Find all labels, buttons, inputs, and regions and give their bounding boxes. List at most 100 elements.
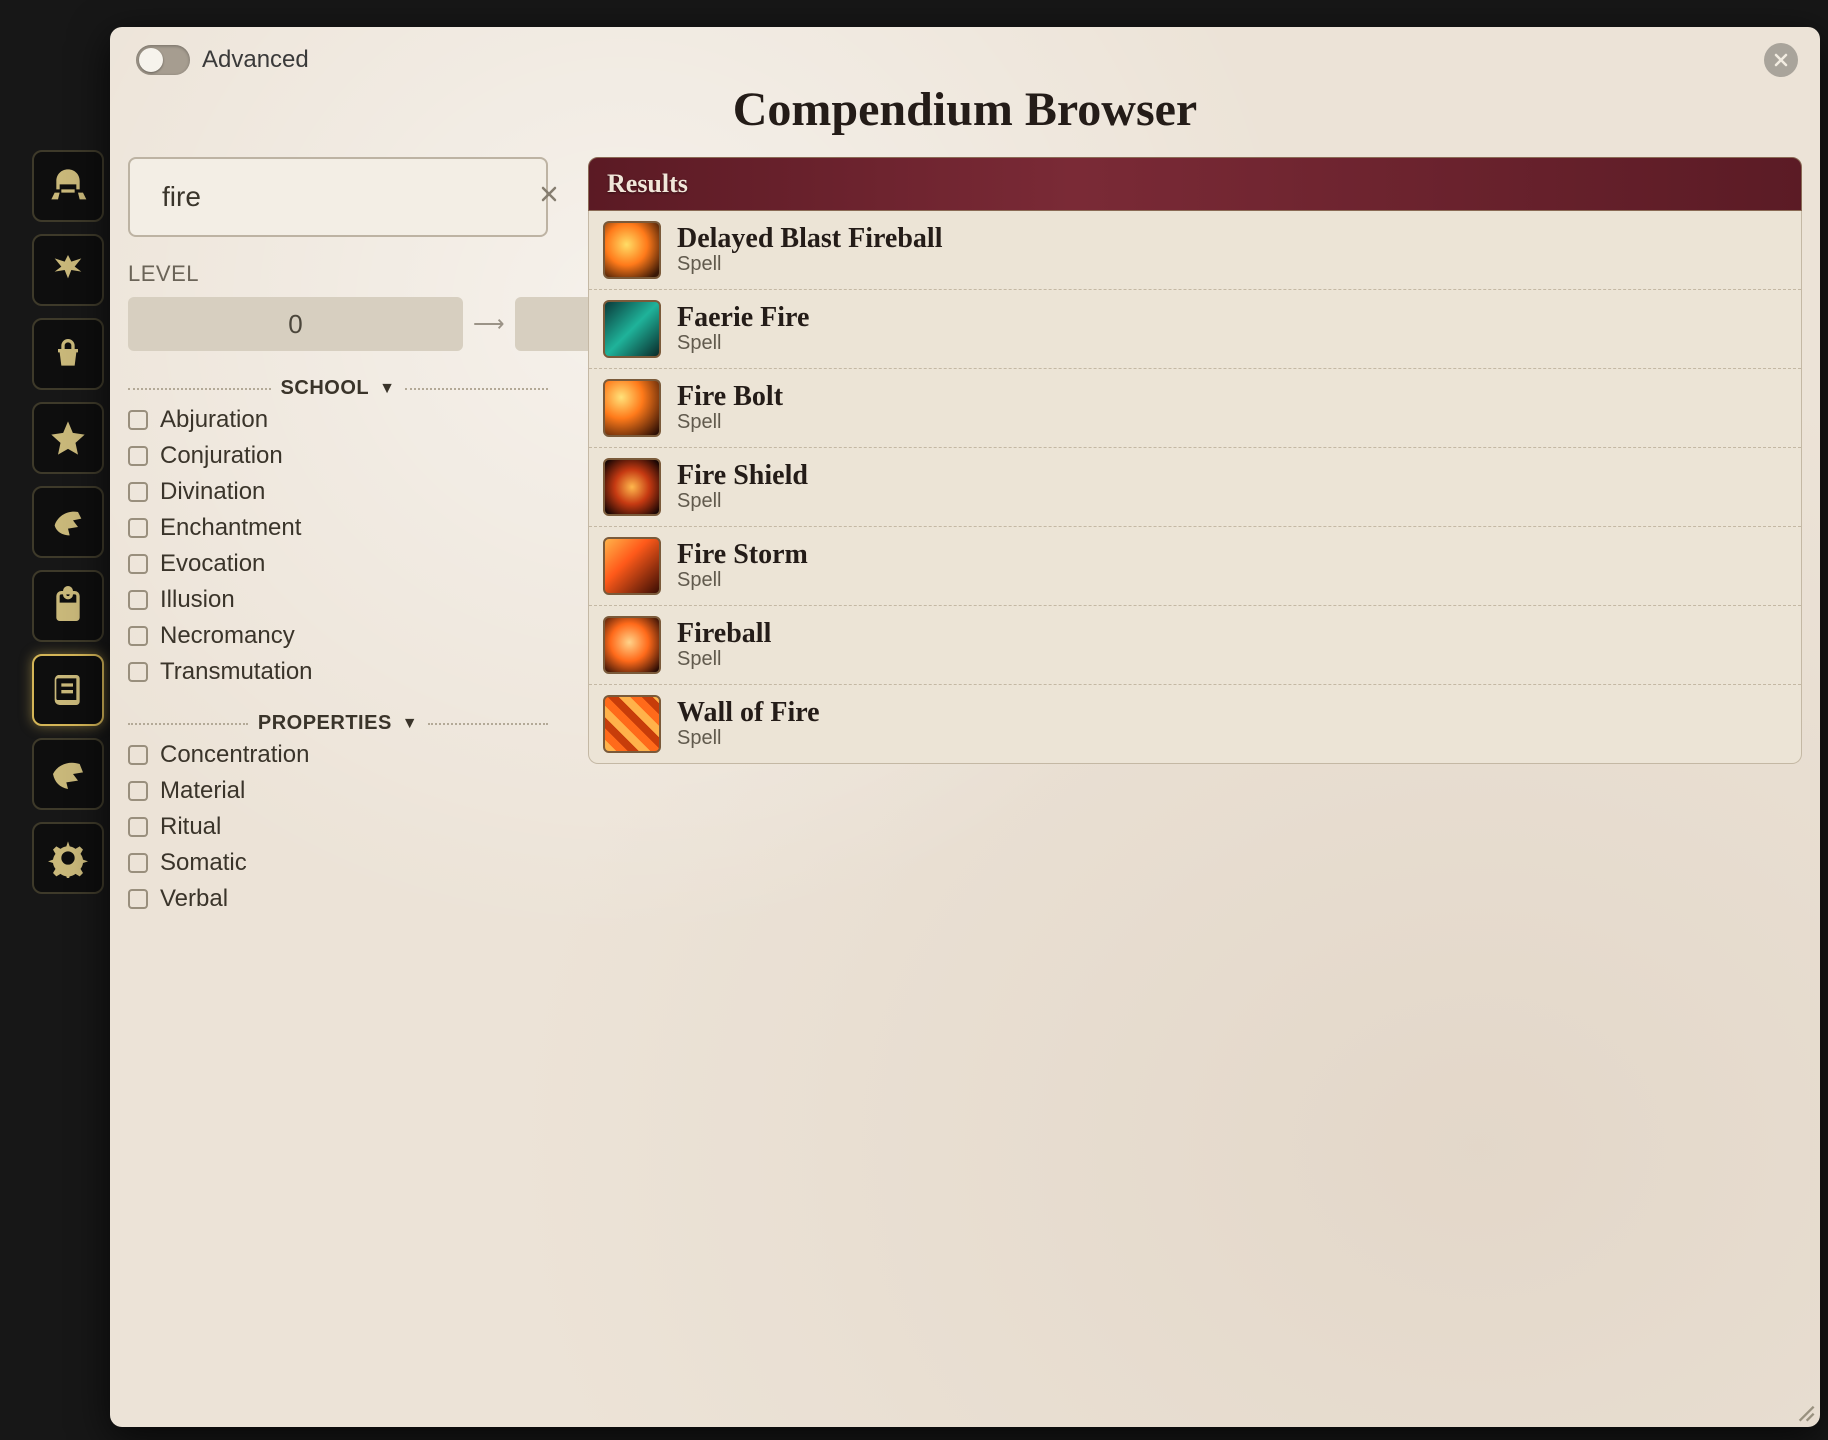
check-label: Ritual [160,813,221,841]
checkbox-icon [128,853,148,873]
level-range: ⟶ [128,297,548,351]
fireball-icon [603,221,661,279]
school-title: SCHOOL [281,377,370,400]
checkbox-icon [128,554,148,574]
advanced-toggle[interactable]: Advanced [136,45,309,75]
properties-title: PROPERTIES [258,712,392,735]
sidebar-btn-book[interactable] [32,654,104,726]
wheel-icon [48,838,88,878]
school-checklist: Abjuration Conjuration Divination Enchantme… [128,406,548,686]
fireball2-icon [603,616,661,674]
properties-checklist: Concentration Material Ritual Somatic Verbal [128,741,548,913]
caret-down-icon: ▼ [379,380,395,398]
toggle-track[interactable] [136,45,190,75]
level-min-input[interactable] [128,297,463,351]
sidebar-btn-helm[interactable] [32,150,104,222]
bolt-icon [603,379,661,437]
properties-section-header[interactable]: PROPERTIES ▼ [128,712,548,735]
result-name: Fire Storm [677,541,808,569]
wave-icon [603,695,661,753]
school-check-divination[interactable]: Divination [128,478,548,506]
checkbox-icon [128,626,148,646]
property-check-verbal[interactable]: Verbal [128,885,548,913]
result-row[interactable]: Fire ShieldSpell [589,448,1801,527]
result-row[interactable]: Delayed Blast FireballSpell [589,211,1801,290]
checkbox-icon [128,446,148,466]
dwarf-icon [48,334,88,374]
check-label: Illusion [160,586,235,614]
result-name: Faerie Fire [677,304,809,332]
school-check-necromancy[interactable]: Necromancy [128,622,548,650]
check-label: Evocation [160,550,265,578]
filters-panel: LEVEL ⟶ SCHOOL ▼ AbjurationConjurationDi… [128,157,548,1409]
resize-handle[interactable] [1788,1395,1816,1423]
check-label: Concentration [160,741,309,769]
results-title: Results [607,169,688,199]
dragon-head-icon [48,502,88,542]
sparkles-icon [603,300,661,358]
result-row[interactable]: Faerie FireSpell [589,290,1801,369]
sidebar-btn-dragon[interactable] [32,738,104,810]
check-label: Divination [160,478,265,506]
search-wrap [128,157,548,237]
sidebar-btn-wings[interactable] [32,234,104,306]
result-type: Spell [677,411,783,433]
checkbox-icon [128,889,148,909]
result-row[interactable]: Wall of FireSpell [589,685,1801,763]
dragon-icon [48,754,88,794]
checkbox-icon [128,482,148,502]
school-check-abjuration[interactable]: Abjuration [128,406,548,434]
property-check-concentration[interactable]: Concentration [128,741,548,769]
page-title: Compendium Browser [128,82,1802,137]
result-type: Spell [677,727,820,749]
search-input[interactable] [162,181,523,213]
results-header: Results [588,157,1802,211]
sidebar-btn-backpack[interactable] [32,570,104,642]
sidebar-btn-warrior[interactable] [32,318,104,390]
result-name: Fireball [677,620,771,648]
checkbox-icon [128,817,148,837]
school-check-conjuration[interactable]: Conjuration [128,442,548,470]
school-check-illusion[interactable]: Illusion [128,586,548,614]
property-check-ritual[interactable]: Ritual [128,813,548,841]
window-header: Advanced Compendium Browser [128,27,1802,157]
results-panel: Results Delayed Blast FireballSpellFaeri… [588,157,1802,1409]
school-check-enchantment[interactable]: Enchantment [128,514,548,542]
result-row[interactable]: Fire BoltSpell [589,369,1801,448]
result-type: Spell [677,253,942,275]
sidebar-btn-dragon-head[interactable] [32,486,104,558]
school-check-transmutation[interactable]: Transmutation [128,658,548,686]
result-type: Spell [677,332,809,354]
result-type: Spell [677,490,808,512]
sidebar-btn-star[interactable] [32,402,104,474]
result-name: Wall of Fire [677,699,820,727]
sidebar-btn-wheel[interactable] [32,822,104,894]
result-row[interactable]: FireballSpell [589,606,1801,685]
school-check-evocation[interactable]: Evocation [128,550,548,578]
check-label: Necromancy [160,622,295,650]
checkbox-icon [128,745,148,765]
school-section-header[interactable]: SCHOOL ▼ [128,377,548,400]
checkbox-icon [128,781,148,801]
book-icon [48,670,88,710]
compendium-window: Advanced Compendium Browser LEVEL ⟶ [110,27,1820,1427]
close-button[interactable] [1764,43,1798,77]
checkbox-icon [128,518,148,538]
check-label: Verbal [160,885,228,913]
property-check-somatic[interactable]: Somatic [128,849,548,877]
meteor-icon [603,537,661,595]
property-check-material[interactable]: Material [128,777,548,805]
result-type: Spell [677,569,808,591]
range-icon: ⟶ [473,311,505,337]
shield-icon [603,458,661,516]
result-name: Fire Shield [677,462,808,490]
result-type: Spell [677,648,771,670]
result-row[interactable]: Fire StormSpell [589,527,1801,606]
checkbox-icon [128,410,148,430]
checkbox-icon [128,590,148,610]
check-label: Material [160,777,245,805]
close-icon [1771,50,1791,70]
check-label: Somatic [160,849,247,877]
clear-search-button[interactable] [537,181,561,213]
backpack-icon [48,586,88,626]
